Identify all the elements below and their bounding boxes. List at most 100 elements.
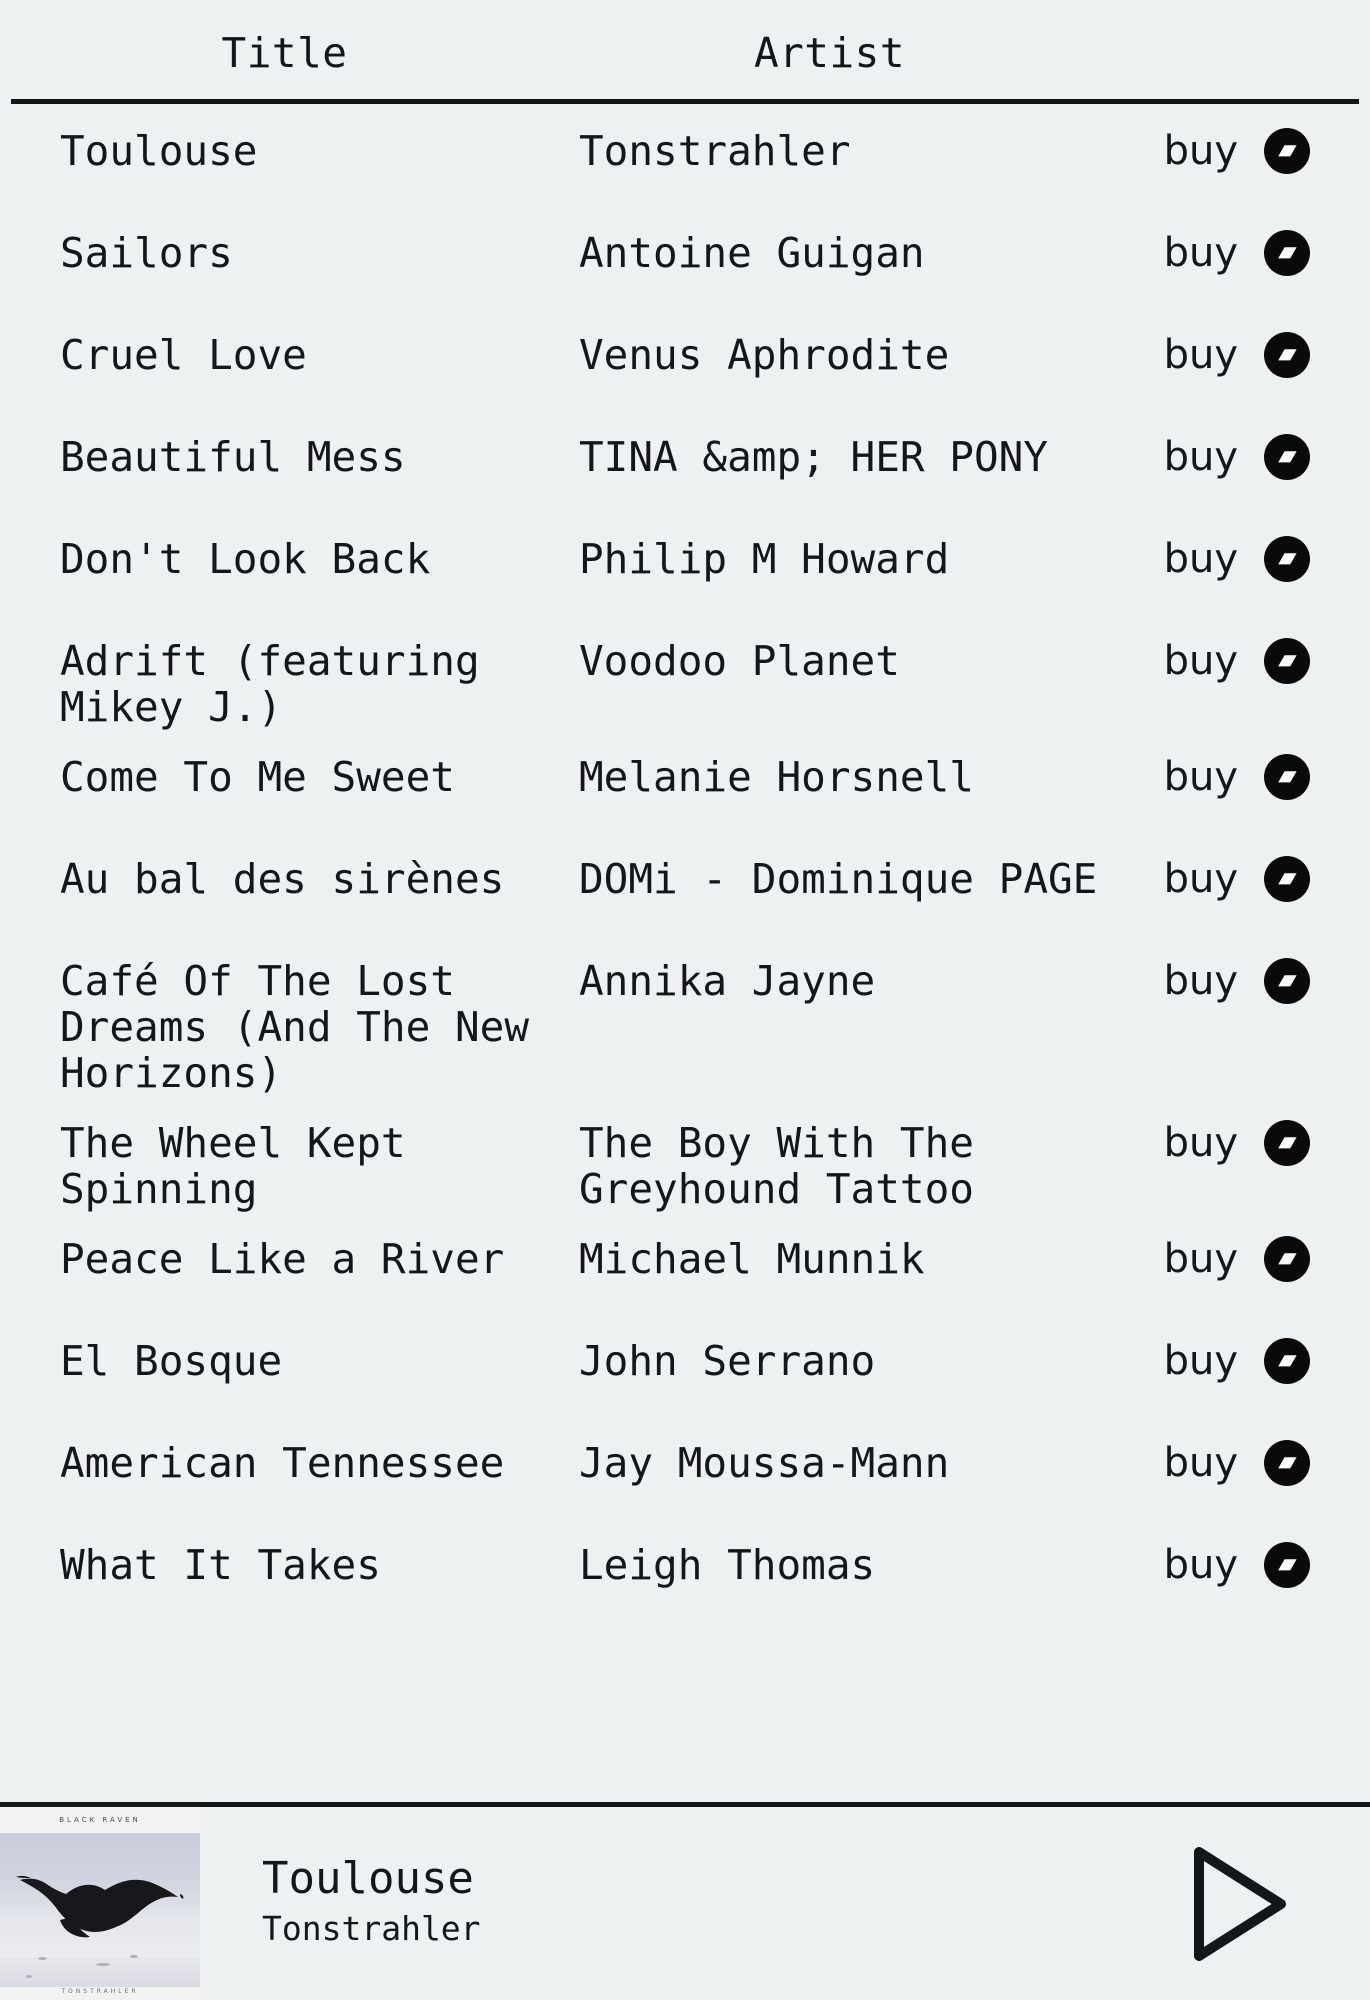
track-title-cell: Beautiful Mess	[60, 433, 406, 481]
raven-icon	[16, 1875, 184, 1938]
table-row[interactable]: The Wheel Kept Spinning The Boy With The …	[0, 1096, 1370, 1212]
artwork-speck	[38, 1957, 47, 1960]
buy-cell: buy	[1102, 1212, 1358, 1282]
track-artist-cell: John Serrano	[579, 1337, 876, 1385]
bandcamp-icon[interactable]	[1264, 1236, 1310, 1282]
track-artist-cell: Philip M Howard	[579, 535, 950, 583]
table-row[interactable]: Café Of The Lost Dreams (And The New Hor…	[0, 934, 1370, 1096]
bandcamp-icon[interactable]	[1264, 1120, 1310, 1166]
column-header-actions	[1102, 74, 1358, 92]
buy-cell: buy	[1102, 730, 1358, 800]
table-row[interactable]: What It Takes Leigh Thomas buy	[0, 1518, 1370, 1620]
buy-link[interactable]: buy	[1164, 1338, 1238, 1384]
table-row[interactable]: Don't Look Back Philip M Howard buy	[0, 512, 1370, 614]
table-body: Toulouse Tonstrahler buy Sailors Antoine Gui…	[0, 92, 1370, 1620]
table-row[interactable]: Cruel Love Venus Aphrodite buy	[0, 308, 1370, 410]
bandcamp-icon[interactable]	[1264, 958, 1310, 1004]
buy-cell: buy	[1102, 1314, 1358, 1384]
table-row[interactable]: Beautiful Mess TINA &amp; HER PONY buy	[0, 410, 1370, 512]
track-artist-cell: Jay Moussa-Mann	[579, 1439, 950, 1487]
artwork-album-artist: TONSTRAHLER	[61, 1988, 139, 1995]
table-row[interactable]: American Tennessee Jay Moussa-Mann buy	[0, 1416, 1370, 1518]
bandcamp-icon[interactable]	[1264, 638, 1310, 684]
header-divider	[11, 99, 1359, 104]
buy-link[interactable]: buy	[1164, 1440, 1238, 1486]
buy-link[interactable]: buy	[1164, 230, 1238, 276]
buy-link[interactable]: buy	[1164, 638, 1238, 684]
now-playing-title: Toulouse	[262, 1852, 474, 1904]
table-row[interactable]: Peace Like a River Michael Munnik buy	[0, 1212, 1370, 1314]
buy-cell: buy	[1102, 614, 1358, 684]
track-artist-cell: Tonstrahler	[579, 127, 851, 175]
bandcamp-icon[interactable]	[1264, 1542, 1310, 1588]
buy-link[interactable]: buy	[1164, 332, 1238, 378]
track-title-cell: Cruel Love	[60, 331, 307, 379]
buy-link[interactable]: buy	[1164, 536, 1238, 582]
buy-cell: buy	[1102, 410, 1358, 480]
table-row[interactable]: Sailors Antoine Guigan buy	[0, 206, 1370, 308]
track-title-cell: El Bosque	[60, 1337, 283, 1385]
buy-cell: buy	[1102, 206, 1358, 276]
table-row[interactable]: Toulouse Tonstrahler buy	[0, 104, 1370, 206]
track-title-cell: The Wheel Kept Spinning	[60, 1119, 431, 1213]
artwork-speck	[26, 1975, 32, 1978]
track-artist-cell: Leigh Thomas	[579, 1541, 876, 1589]
buy-cell: buy	[1102, 308, 1358, 378]
track-list: Title Artist Toulouse Tonstrahler buy Sailo…	[0, 0, 1370, 1802]
bandcamp-icon[interactable]	[1264, 536, 1310, 582]
buy-link[interactable]: buy	[1164, 1120, 1238, 1166]
track-title-cell: American Tennessee	[60, 1439, 505, 1487]
track-artist-cell: Voodoo Planet	[579, 637, 900, 685]
buy-link[interactable]: buy	[1164, 754, 1238, 800]
track-artist-cell: TINA &amp; HER PONY	[579, 433, 1048, 481]
bandcamp-icon[interactable]	[1264, 434, 1310, 480]
buy-cell: buy	[1102, 512, 1358, 582]
buy-cell: buy	[1102, 832, 1358, 902]
buy-cell: buy	[1102, 1518, 1358, 1588]
track-artist-cell: DOMi - Dominique PAGE	[579, 855, 1098, 903]
bandcamp-icon[interactable]	[1264, 230, 1310, 276]
now-playing-bar: BLACK RAVEN TONSTRAHLER Toulouse Tonstra…	[0, 1802, 1370, 2000]
track-title-cell: What It Takes	[60, 1541, 381, 1589]
buy-link[interactable]: buy	[1164, 1236, 1238, 1282]
bandcamp-icon[interactable]	[1264, 1338, 1310, 1384]
play-button[interactable]	[1140, 1807, 1370, 2000]
bandcamp-icon[interactable]	[1264, 754, 1310, 800]
track-title-cell: Come To Me Sweet	[60, 753, 455, 801]
bandcamp-icon[interactable]	[1264, 332, 1310, 378]
track-artist-cell: Annika Jayne	[579, 957, 876, 1005]
buy-cell: buy	[1102, 934, 1358, 1004]
artwork-ground	[0, 1957, 200, 1987]
track-title-cell: Toulouse	[60, 127, 258, 175]
table-row[interactable]: El Bosque John Serrano buy	[0, 1314, 1370, 1416]
buy-link[interactable]: buy	[1164, 1542, 1238, 1588]
track-title-cell: Café Of The Lost Dreams (And The New Hor…	[60, 957, 554, 1097]
buy-link[interactable]: buy	[1164, 434, 1238, 480]
now-playing-meta: Toulouse Tonstrahler	[200, 1807, 1140, 2000]
column-header-title: Title	[221, 29, 348, 77]
bandcamp-icon[interactable]	[1264, 1440, 1310, 1486]
buy-link[interactable]: buy	[1164, 958, 1238, 1004]
track-artist-cell: Venus Aphrodite	[579, 331, 950, 379]
track-artist-cell: Antoine Guigan	[579, 229, 925, 277]
buy-link[interactable]: buy	[1164, 856, 1238, 902]
album-artwork: BLACK RAVEN TONSTRAHLER	[0, 1807, 200, 2000]
play-triangle-icon[interactable]	[1187, 1842, 1291, 1966]
artwork-speck	[96, 1963, 110, 1966]
track-title-cell: Don't Look Back	[60, 535, 431, 583]
table-header-row: Title Artist	[0, 0, 1370, 92]
buy-link[interactable]: buy	[1164, 128, 1238, 174]
bandcamp-icon[interactable]	[1264, 856, 1310, 902]
buy-cell: buy	[1102, 104, 1358, 174]
track-title-cell: Sailors	[60, 229, 233, 277]
track-artist-cell: Melanie Horsnell	[579, 753, 974, 801]
artwork-album-title: BLACK RAVEN	[59, 1816, 141, 1824]
table-row[interactable]: Adrift (featuring Mikey J.) Voodoo Planet…	[0, 614, 1370, 730]
table-row[interactable]: Come To Me Sweet Melanie Horsnell buy	[0, 730, 1370, 832]
buy-cell: buy	[1102, 1416, 1358, 1486]
track-title-cell: Adrift (featuring Mikey J.)	[60, 637, 505, 731]
track-title-cell: Au bal des sirènes	[60, 855, 505, 903]
table-row[interactable]: Au bal des sirènes DOMi - Dominique PAGE b…	[0, 832, 1370, 934]
bandcamp-icon[interactable]	[1264, 128, 1310, 174]
track-title-cell: Peace Like a River	[60, 1235, 505, 1283]
